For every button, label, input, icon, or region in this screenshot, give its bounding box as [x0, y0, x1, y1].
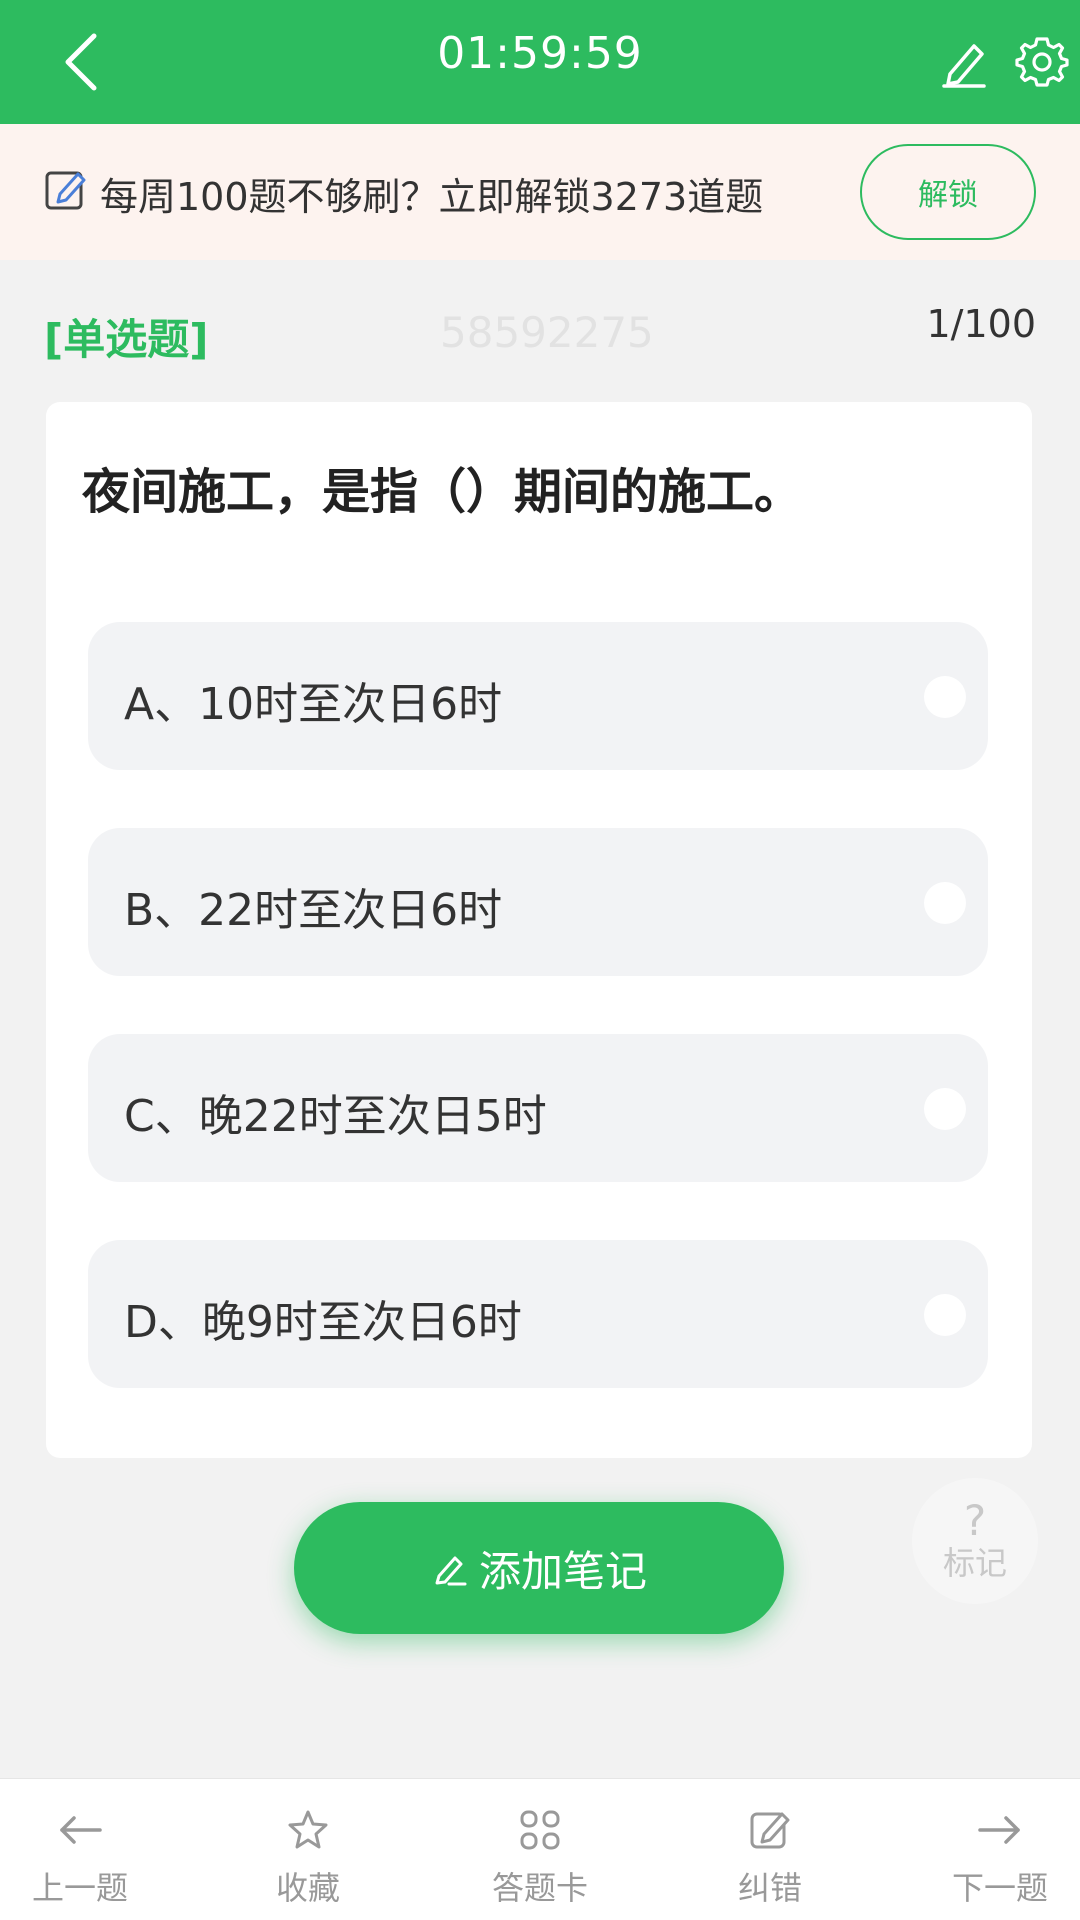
option-c[interactable]: C、晚22时至次日5时	[88, 1034, 988, 1182]
option-c-label: C、晚22时至次日5时	[124, 1091, 547, 1142]
option-a-label: A、10时至次日6时	[124, 679, 503, 730]
promo-text: 每周100题不够刷？立即解锁3273道题	[100, 175, 764, 219]
question-type-label: [单选题]	[44, 315, 209, 364]
settings-button[interactable]	[1008, 28, 1076, 96]
bottom-nav: 上一题 收藏 答题卡 纠错 下一题	[0, 1778, 1080, 1920]
option-b[interactable]: B、22时至次日6时	[88, 828, 988, 976]
watermark-text: 58592275	[440, 308, 654, 357]
add-note-button[interactable]: 添加笔记	[294, 1502, 784, 1634]
nav-prev-question[interactable]: 上一题	[0, 1805, 160, 1909]
option-d-radio[interactable]	[924, 1294, 966, 1336]
quiz-page: 01:59:59 每周100题不够刷？立即解锁3273道题 解锁 [单选题] 5…	[0, 0, 1080, 1920]
nav-next-label: 下一题	[951, 1869, 1048, 1907]
gear-icon	[1015, 37, 1069, 87]
nav-favorite[interactable]: 收藏	[228, 1805, 388, 1909]
option-d[interactable]: D、晚9时至次日6时	[88, 1240, 988, 1388]
option-d-label: D、晚9时至次日6时	[124, 1297, 522, 1348]
option-b-label: B、22时至次日6时	[124, 885, 503, 936]
option-c-radio[interactable]	[924, 1088, 966, 1130]
mark-label: 标记	[942, 1544, 1007, 1582]
nav-answer-card-label: 答题卡	[491, 1869, 588, 1907]
pen-icon	[942, 44, 986, 88]
nav-next-question[interactable]: 下一题	[920, 1805, 1080, 1909]
star-icon	[288, 1810, 328, 1849]
option-a-radio[interactable]	[924, 676, 966, 718]
edit-icon	[750, 1812, 790, 1849]
unlock-button[interactable]: 解锁	[860, 144, 1036, 240]
pen-icon	[435, 1556, 467, 1586]
nav-report-error[interactable]: 纠错	[690, 1805, 850, 1909]
nav-favorite-label: 收藏	[275, 1869, 340, 1907]
option-b-radio[interactable]	[924, 882, 966, 924]
top-bar: 01:59:59	[0, 0, 1080, 124]
nav-answer-card[interactable]: 答题卡	[460, 1805, 620, 1909]
arrow-right-icon	[978, 1816, 1020, 1844]
countdown-timer: 01:59:59	[437, 28, 643, 79]
nav-prev-label: 上一题	[31, 1869, 128, 1907]
draft-button[interactable]	[930, 28, 998, 96]
nav-report-error-label: 纠错	[737, 1869, 802, 1907]
mark-button[interactable]: ? 标记	[912, 1478, 1038, 1604]
arrow-left-icon	[60, 1816, 102, 1844]
question-stem: 夜间施工，是指（）期间的施工。	[82, 464, 803, 520]
grid-icon	[520, 1810, 560, 1850]
question-progress: 1/100	[926, 302, 1036, 346]
question-mark-icon: ?	[963, 1496, 987, 1545]
edit-note-icon	[45, 171, 86, 210]
add-note-label: 添加笔记	[478, 1546, 647, 1596]
option-a[interactable]: A、10时至次日6时	[88, 622, 988, 770]
